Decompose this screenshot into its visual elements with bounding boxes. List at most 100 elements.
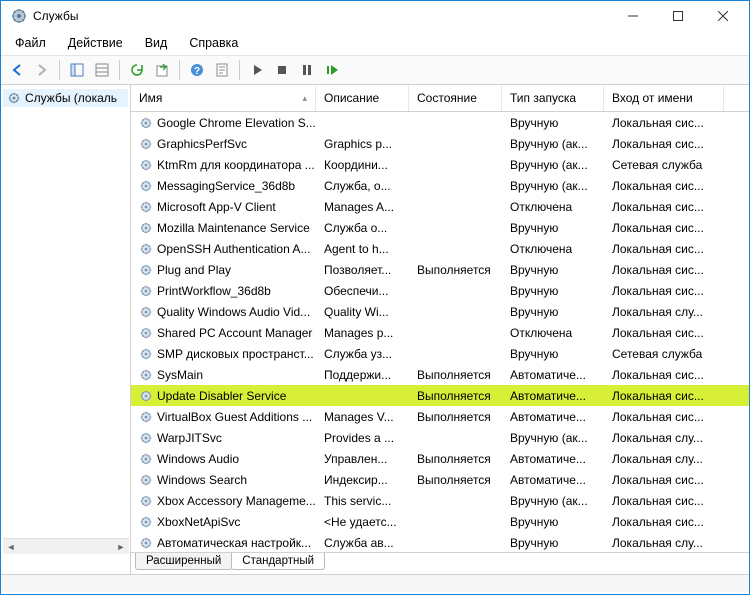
help-button[interactable]: ?: [186, 59, 208, 81]
service-row[interactable]: SMP дисковых пространст...Служба уз...Вр…: [131, 343, 749, 364]
service-gear-icon: [139, 158, 153, 172]
service-name-cell: Xbox Accessory Manageme...: [131, 494, 316, 508]
header-logon[interactable]: Вход от имени: [604, 85, 724, 111]
minimize-button[interactable]: [610, 1, 655, 31]
tree-root-services[interactable]: Службы (локаль: [3, 89, 128, 107]
properties-button[interactable]: [91, 59, 113, 81]
menu-view[interactable]: Вид: [135, 33, 178, 53]
service-row[interactable]: GraphicsPerfSvcGraphics p...Вручную (ак.…: [131, 133, 749, 154]
service-row[interactable]: PrintWorkflow_36d8bОбеспечи...ВручнуюЛок…: [131, 280, 749, 301]
pause-service-button[interactable]: [296, 59, 318, 81]
service-description-cell: Manages p...: [316, 326, 409, 340]
service-row[interactable]: XboxNetApiSvc<Не удаетс...ВручнуюЛокальн…: [131, 511, 749, 532]
column-headers: Имя ▴ Описание Состояние Тип запуска Вхо…: [131, 85, 749, 112]
menu-help[interactable]: Справка: [179, 33, 248, 53]
export-button[interactable]: [151, 59, 173, 81]
tab-bar: Расширенный Стандартный: [131, 552, 749, 574]
header-startup[interactable]: Тип запуска: [502, 85, 604, 111]
service-logon-cell: Локальная сис...: [604, 221, 724, 235]
service-logon-cell: Локальная сис...: [604, 263, 724, 277]
header-state[interactable]: Состояние: [409, 85, 502, 111]
service-startup-cell: Вручную: [502, 116, 604, 130]
service-row[interactable]: Shared PC Account ManagerManages p...Отк…: [131, 322, 749, 343]
service-name-cell: WarpJITSvc: [131, 431, 316, 445]
service-gear-icon: [139, 305, 153, 319]
service-name-cell: PrintWorkflow_36d8b: [131, 284, 316, 298]
menu-action[interactable]: Действие: [58, 33, 133, 53]
service-row[interactable]: SysMainПоддержи...ВыполняетсяАвтоматиче.…: [131, 364, 749, 385]
toolbar-separator: [59, 60, 60, 80]
service-logon-cell: Локальная сис...: [604, 137, 724, 151]
service-startup-cell: Вручную (ак...: [502, 137, 604, 151]
header-name[interactable]: Имя ▴: [131, 85, 316, 111]
service-row[interactable]: Google Chrome Elevation S...ВручнуюЛокал…: [131, 112, 749, 133]
service-name-text: Plug and Play: [157, 263, 231, 277]
service-logon-cell: Локальная слу...: [604, 305, 724, 319]
service-gear-icon: [139, 137, 153, 151]
service-row[interactable]: WarpJITSvcProvides a ...Вручную (ак...Ло…: [131, 427, 749, 448]
service-startup-cell: Вручную: [502, 284, 604, 298]
back-button[interactable]: [6, 59, 28, 81]
service-row[interactable]: Xbox Accessory Manageme...This servic...…: [131, 490, 749, 511]
scroll-right-icon[interactable]: ►: [113, 539, 129, 555]
service-row[interactable]: Windows SearchИндексир...ВыполняетсяАвто…: [131, 469, 749, 490]
service-row[interactable]: Mozilla Maintenance ServiceСлужба о...Вр…: [131, 217, 749, 238]
maximize-button[interactable]: [655, 1, 700, 31]
service-row[interactable]: Windows AudioУправлен...ВыполняетсяАвтом…: [131, 448, 749, 469]
tree-horizontal-scrollbar[interactable]: ◄ ►: [3, 538, 129, 554]
service-name-text: Xbox Accessory Manageme...: [157, 494, 316, 508]
service-description-cell: Provides a ...: [316, 431, 409, 445]
tab-extended[interactable]: Расширенный: [135, 553, 232, 570]
service-row[interactable]: Quality Windows Audio Vid...Quality Wi..…: [131, 301, 749, 322]
menu-file[interactable]: Файл: [5, 33, 56, 53]
service-name-cell: VirtualBox Guest Additions ...: [131, 410, 316, 424]
service-row[interactable]: Plug and Play Позволяет...ВыполняетсяВруч…: [131, 259, 749, 280]
service-row[interactable]: Update Disabler ServiceВыполняетсяАвтома…: [131, 385, 749, 406]
scroll-left-icon[interactable]: ◄: [3, 539, 19, 555]
service-name-cell: Microsoft App-V Client: [131, 200, 316, 214]
service-row[interactable]: VirtualBox Guest Additions ...Manages V.…: [131, 406, 749, 427]
content-area: Службы (локаль ◄ ► Имя ▴ Описание Состоя…: [1, 85, 749, 574]
services-app-icon: [11, 8, 27, 24]
service-name-text: GraphicsPerfSvc: [157, 137, 247, 151]
service-row[interactable]: Microsoft App-V ClientManages A...Отключ…: [131, 196, 749, 217]
header-description[interactable]: Описание: [316, 85, 409, 111]
service-state-cell: Выполняется: [409, 263, 502, 277]
service-name-cell: Автоматическая настройк...: [131, 536, 316, 550]
service-row[interactable]: MessagingService_36d8bСлужба, о...Вручну…: [131, 175, 749, 196]
service-gear-icon: [139, 221, 153, 235]
service-name-text: Google Chrome Elevation S...: [157, 116, 316, 130]
service-gear-icon: [139, 431, 153, 445]
service-gear-icon: [139, 473, 153, 487]
toolbar-separator: [119, 60, 120, 80]
service-rows[interactable]: Google Chrome Elevation S...ВручнуюЛокал…: [131, 112, 749, 552]
service-logon-cell: Локальная сис...: [604, 326, 724, 340]
service-startup-cell: Вручную (ак...: [502, 494, 604, 508]
show-hide-tree-button[interactable]: [66, 59, 88, 81]
restart-service-button[interactable]: [321, 59, 343, 81]
service-description-cell: Позволяет...: [316, 263, 409, 277]
service-gear-icon: [139, 242, 153, 256]
service-row[interactable]: KtmRm для координатора ...Координи...Вру…: [131, 154, 749, 175]
forward-button[interactable]: [31, 59, 53, 81]
service-state-cell: Выполняется: [409, 452, 502, 466]
tree-pane[interactable]: Службы (локаль ◄ ►: [1, 85, 131, 574]
service-name-cell: SMP дисковых пространст...: [131, 347, 316, 361]
refresh-button[interactable]: [126, 59, 148, 81]
service-gear-icon: [139, 116, 153, 130]
service-gear-icon: [139, 410, 153, 424]
service-row[interactable]: OpenSSH Authentication A...Agent to h...…: [131, 238, 749, 259]
start-service-button[interactable]: [246, 59, 268, 81]
service-name-text: Windows Search: [157, 473, 247, 487]
service-startup-cell: Автоматиче...: [502, 410, 604, 424]
service-gear-icon: [139, 389, 153, 403]
scroll-track[interactable]: [19, 539, 113, 554]
close-button[interactable]: [700, 1, 745, 31]
service-row[interactable]: Автоматическая настройк...Служба ав...Вр…: [131, 532, 749, 552]
service-name-text: OpenSSH Authentication A...: [157, 242, 310, 256]
stop-service-button[interactable]: [271, 59, 293, 81]
service-startup-cell: Вручную: [502, 263, 604, 277]
tab-standard[interactable]: Стандартный: [231, 553, 325, 570]
service-gear-icon: [139, 536, 153, 550]
properties-sheet-button[interactable]: [211, 59, 233, 81]
